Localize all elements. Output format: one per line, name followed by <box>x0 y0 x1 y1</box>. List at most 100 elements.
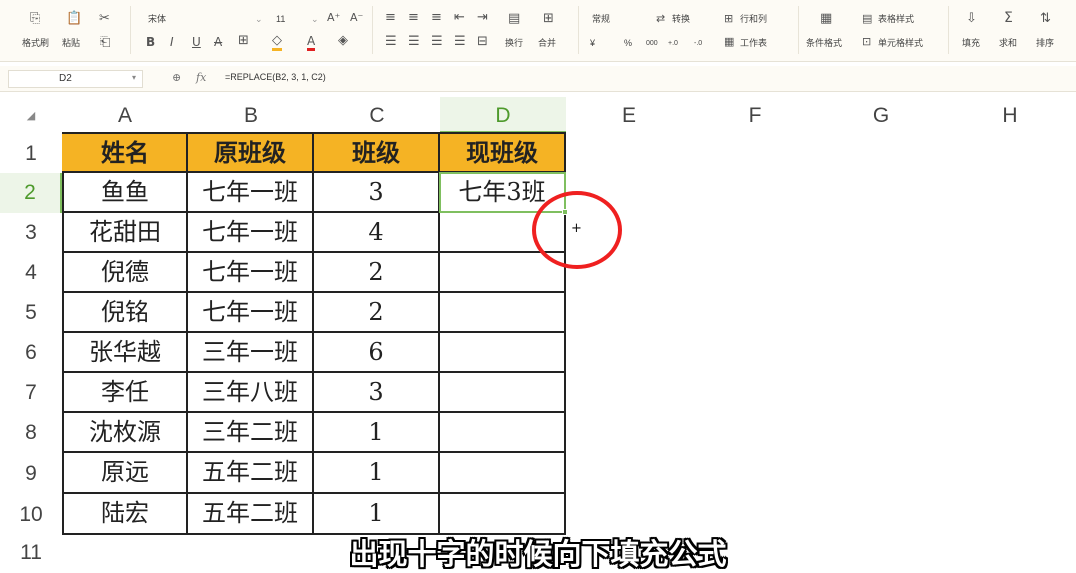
select-all-corner[interactable]: ◢ <box>0 97 62 133</box>
number-format-select[interactable]: 常规 <box>592 14 610 25</box>
increase-decimal-icon[interactable]: +.0 <box>668 38 678 49</box>
align-right-icon[interactable]: ☰ <box>431 35 443 49</box>
align-top-icon[interactable]: ≡ <box>385 11 396 25</box>
worksheet-button[interactable]: 工作表 <box>740 38 767 49</box>
cell-d7[interactable] <box>440 373 566 413</box>
column-header-d[interactable]: D <box>440 97 566 133</box>
cell-style-button[interactable]: 单元格样式 <box>878 38 923 49</box>
cell-b4[interactable]: 七年一班 <box>188 253 314 293</box>
cell-a7[interactable]: 李任 <box>62 373 188 413</box>
fill-label[interactable]: 填充 <box>962 38 980 49</box>
convert-button[interactable]: 转换 <box>672 14 690 25</box>
thousands-separator-icon[interactable]: 000 <box>646 38 658 49</box>
border-icon[interactable]: ⊞ <box>238 34 249 48</box>
column-header-g[interactable]: G <box>818 97 944 133</box>
formula-input[interactable]: =REPLACE(B2, 3, 1, C2) <box>225 72 326 82</box>
row-col-button[interactable]: 行和列 <box>740 14 767 25</box>
cell-c2[interactable]: 3 <box>314 173 440 213</box>
bold-icon[interactable]: B <box>146 35 155 49</box>
merge-icon[interactable]: ⊞ <box>543 12 554 26</box>
cell-b2[interactable]: 七年一班 <box>188 173 314 213</box>
cell-c4[interactable]: 2 <box>314 253 440 293</box>
currency-icon[interactable]: ¥ <box>590 38 595 49</box>
cell-a8[interactable]: 沈枚源 <box>62 413 188 453</box>
paste-icon[interactable]: 📋 <box>66 12 82 26</box>
row-header-8[interactable]: 8 <box>0 413 62 453</box>
fx-icon[interactable]: fx <box>196 71 206 84</box>
chevron-down-icon[interactable]: ▾ <box>132 73 136 82</box>
font-grow-icon[interactable]: A⁺ <box>327 11 340 25</box>
cell-a2[interactable]: 鱼鱼 <box>62 173 188 213</box>
font-size-select[interactable]: 11 <box>276 14 285 25</box>
decrease-decimal-icon[interactable]: -.0 <box>694 38 702 49</box>
clear-format-icon[interactable]: ◈ <box>338 34 348 48</box>
header-cell-c[interactable]: 班级 <box>314 134 440 173</box>
cell-a6[interactable]: 张华越 <box>62 333 188 373</box>
sum-icon[interactable]: Σ <box>1004 11 1013 25</box>
cell-a5[interactable]: 倪铭 <box>62 293 188 333</box>
conditional-format-label[interactable]: 条件格式 <box>806 38 842 49</box>
wrap-text-label[interactable]: 换行 <box>505 38 523 49</box>
cell-c9[interactable]: 1 <box>314 453 440 494</box>
justify-icon[interactable]: ☰ <box>454 35 466 49</box>
cell-c5[interactable]: 2 <box>314 293 440 333</box>
cell-style-icon[interactable]: ⊡ <box>862 35 871 49</box>
align-middle-icon[interactable]: ≡ <box>408 11 419 25</box>
font-name-dropdown-icon[interactable]: ⌄ <box>255 14 263 25</box>
header-cell-d[interactable]: 现班级 <box>440 134 566 173</box>
column-header-b[interactable]: B <box>188 97 314 133</box>
indent-decrease-icon[interactable]: ⇤ <box>454 11 465 25</box>
column-header-c[interactable]: C <box>314 97 440 133</box>
copy-icon[interactable]: ⎗ <box>100 36 110 50</box>
paste-label[interactable]: 粘贴 <box>62 38 80 49</box>
align-bottom-icon[interactable]: ≡ <box>431 11 442 25</box>
cell-b6[interactable]: 三年一班 <box>188 333 314 373</box>
align-center-icon[interactable]: ☰ <box>408 35 420 49</box>
cell-b3[interactable]: 七年一班 <box>188 213 314 253</box>
column-header-e[interactable]: E <box>566 97 692 133</box>
format-painter-icon[interactable]: ⎘ <box>30 12 40 26</box>
cell-c6[interactable]: 6 <box>314 333 440 373</box>
row-header-3[interactable]: 3 <box>0 213 62 253</box>
distribute-icon[interactable]: ⊟ <box>477 35 488 49</box>
name-box[interactable]: D2 ▾ <box>8 70 143 88</box>
row-header-6[interactable]: 6 <box>0 333 62 373</box>
cut-icon[interactable]: ✂ <box>99 12 110 26</box>
fill-color-icon[interactable]: ◇ <box>272 34 282 51</box>
header-cell-b[interactable]: 原班级 <box>188 134 314 173</box>
cell-b5[interactable]: 七年一班 <box>188 293 314 333</box>
cell-d10[interactable] <box>440 494 566 535</box>
row-header-4[interactable]: 4 <box>0 253 62 293</box>
font-color-icon[interactable]: A <box>307 34 316 51</box>
cell-b9[interactable]: 五年二班 <box>188 453 314 494</box>
percent-icon[interactable]: % <box>624 38 632 49</box>
row-header-1[interactable]: 1 <box>0 134 62 173</box>
font-name-select[interactable]: 宋体 <box>148 14 166 25</box>
sort-label[interactable]: 排序 <box>1036 38 1054 49</box>
column-header-a[interactable]: A <box>62 97 188 133</box>
cell-a3[interactable]: 花甜田 <box>62 213 188 253</box>
strikethrough-icon[interactable]: A <box>214 35 222 49</box>
wrap-text-icon[interactable]: ▤ <box>508 12 520 26</box>
cell-c8[interactable]: 1 <box>314 413 440 453</box>
cell-c7[interactable]: 3 <box>314 373 440 413</box>
cell-b7[interactable]: 三年八班 <box>188 373 314 413</box>
merge-label[interactable]: 合并 <box>538 38 556 49</box>
convert-icon[interactable]: ⇄ <box>656 12 665 26</box>
worksheet-icon[interactable]: ▦ <box>724 35 734 49</box>
sort-icon[interactable]: ⇅ <box>1040 12 1051 26</box>
cell-c3[interactable]: 4 <box>314 213 440 253</box>
cell-a9[interactable]: 原远 <box>62 453 188 494</box>
underline-icon[interactable]: U <box>192 35 201 49</box>
table-style-icon[interactable]: ▤ <box>862 12 872 26</box>
row-header-2[interactable]: 2 <box>0 173 62 213</box>
cell-d5[interactable] <box>440 293 566 333</box>
header-cell-a[interactable]: 姓名 <box>62 134 188 173</box>
cell-d8[interactable] <box>440 413 566 453</box>
align-left-icon[interactable]: ☰ <box>385 35 397 49</box>
row-col-icon[interactable]: ⊞ <box>724 12 733 26</box>
column-header-h[interactable]: H <box>944 97 1076 133</box>
cell-b10[interactable]: 五年二班 <box>188 494 314 535</box>
column-header-f[interactable]: F <box>692 97 818 133</box>
row-header-5[interactable]: 5 <box>0 293 62 333</box>
